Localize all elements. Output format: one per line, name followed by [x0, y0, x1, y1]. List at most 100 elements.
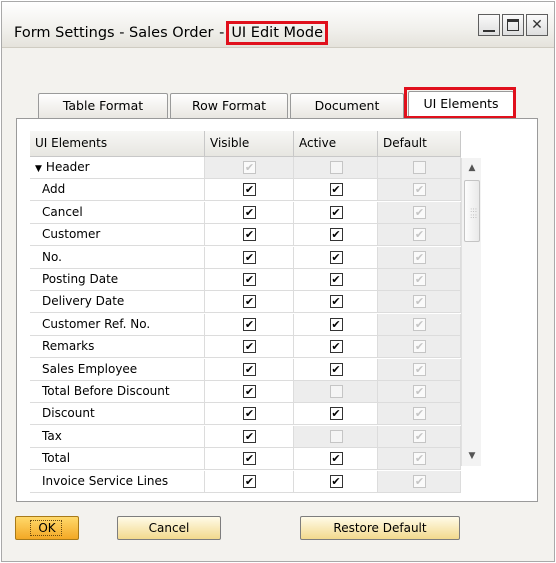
row-label: Total: [30, 448, 205, 471]
default-cell: [378, 157, 461, 179]
expand-triangle-icon[interactable]: ▼: [35, 159, 42, 180]
active-cell: ✔: [294, 403, 378, 426]
row-label: Add: [30, 179, 205, 202]
active-checkbox[interactable]: ✔: [329, 250, 343, 264]
default-cell: ✔: [378, 179, 461, 202]
visible-cell: ✔: [205, 358, 294, 381]
row-name: No.: [42, 249, 62, 264]
row-name: Delivery Date: [42, 294, 125, 309]
active-checkbox: [329, 385, 343, 398]
column-header-ui-elements[interactable]: UI Elements: [30, 131, 205, 157]
active-checkbox[interactable]: ✔: [329, 317, 343, 331]
active-checkbox: [329, 161, 343, 174]
table-row[interactable]: Cancel ✔ ✔ ✔: [30, 201, 461, 224]
visible-checkbox[interactable]: ✔: [243, 295, 256, 309]
active-cell: ✔: [294, 358, 378, 381]
visible-checkbox[interactable]: ✔: [243, 317, 256, 331]
visible-checkbox[interactable]: ✔: [243, 273, 256, 286]
default-checkbox: ✔: [413, 295, 426, 309]
column-header-default[interactable]: Default: [378, 131, 461, 157]
visible-checkbox[interactable]: ✔: [243, 429, 256, 443]
active-cell: ✔: [294, 246, 378, 269]
default-checkbox: ✔: [413, 474, 426, 488]
active-checkbox[interactable]: ✔: [329, 407, 343, 421]
default-checkbox: ✔: [413, 340, 426, 354]
tab-table-format[interactable]: Table Format: [38, 93, 168, 118]
restore-default-button[interactable]: Restore Default: [300, 516, 460, 540]
default-checkbox: ✔: [413, 205, 426, 219]
visible-checkbox[interactable]: ✔: [243, 340, 256, 354]
ok-button[interactable]: OK: [15, 516, 79, 540]
visible-checkbox[interactable]: ✔: [243, 474, 256, 488]
active-checkbox[interactable]: ✔: [329, 340, 343, 354]
default-checkbox: ✔: [413, 273, 426, 286]
table-row[interactable]: Sales Employee ✔ ✔ ✔: [30, 358, 461, 381]
row-label: Invoice Service Lines: [30, 470, 205, 493]
scroll-down-icon[interactable]: ▼: [462, 446, 482, 466]
active-checkbox[interactable]: ✔: [329, 295, 343, 309]
visible-checkbox[interactable]: ✔: [243, 385, 256, 398]
visible-cell: ✔: [205, 448, 294, 471]
row-label: No.: [30, 246, 205, 269]
visible-cell: ✔: [205, 381, 294, 403]
visible-checkbox[interactable]: ✔: [243, 228, 256, 242]
grid-scrollbar[interactable]: ▲ :::::: ▼: [461, 158, 481, 466]
tab-label: Table Format: [62, 98, 144, 113]
active-checkbox[interactable]: ✔: [329, 362, 343, 376]
table-row[interactable]: Customer ✔ ✔ ✔: [30, 224, 461, 247]
active-checkbox[interactable]: ✔: [329, 273, 343, 286]
table-row[interactable]: Delivery Date ✔ ✔ ✔: [30, 291, 461, 314]
cancel-button[interactable]: Cancel: [117, 516, 221, 540]
row-name: Customer Ref. No.: [42, 316, 151, 331]
row-name: Customer: [42, 227, 101, 242]
grid-header: UI Elements Visible Active Default: [30, 131, 461, 157]
default-checkbox: ✔: [413, 385, 426, 398]
active-checkbox[interactable]: ✔: [329, 474, 343, 488]
table-row[interactable]: Posting Date ✔ ✔ ✔: [30, 269, 461, 291]
table-row[interactable]: No. ✔ ✔ ✔: [30, 246, 461, 269]
active-cell: ✔: [294, 470, 378, 493]
minimize-icon[interactable]: [478, 14, 500, 36]
scroll-thumb[interactable]: ::::::: [464, 180, 480, 242]
default-cell: ✔: [378, 403, 461, 426]
scroll-up-icon[interactable]: ▲: [462, 158, 482, 178]
close-icon[interactable]: ✕: [526, 14, 548, 36]
visible-checkbox[interactable]: ✔: [243, 407, 256, 421]
row-name: Header: [45, 160, 90, 174]
table-row[interactable]: Discount ✔ ✔ ✔: [30, 403, 461, 426]
default-cell: ✔: [378, 425, 461, 448]
table-row[interactable]: Customer Ref. No. ✔ ✔ ✔: [30, 313, 461, 336]
row-label: ▼ Header: [30, 157, 205, 179]
table-row[interactable]: Total Before Discount ✔ ✔: [30, 381, 461, 403]
visible-checkbox[interactable]: ✔: [243, 183, 256, 197]
table-row[interactable]: Invoice Service Lines ✔ ✔ ✔: [30, 470, 461, 493]
visible-checkbox[interactable]: ✔: [243, 452, 256, 466]
tab-document[interactable]: Document: [290, 93, 404, 118]
active-cell: [294, 381, 378, 403]
default-checkbox: ✔: [413, 317, 426, 331]
visible-checkbox[interactable]: ✔: [243, 362, 256, 376]
tab-row-format[interactable]: Row Format: [170, 93, 288, 118]
default-cell: ✔: [378, 358, 461, 381]
default-checkbox: ✔: [413, 452, 426, 466]
active-checkbox[interactable]: ✔: [329, 205, 343, 219]
column-header-active[interactable]: Active: [294, 131, 378, 157]
tab-label: Document: [314, 98, 380, 113]
active-checkbox[interactable]: ✔: [329, 452, 343, 466]
visible-checkbox[interactable]: ✔: [243, 205, 256, 219]
title-bar: Form Settings - Sales Order - UI Edit Mod…: [2, 2, 554, 48]
table-row[interactable]: Remarks ✔ ✔ ✔: [30, 336, 461, 359]
table-row[interactable]: Add ✔ ✔ ✔: [30, 179, 461, 202]
maximize-icon[interactable]: [502, 14, 524, 36]
active-checkbox[interactable]: ✔: [329, 228, 343, 242]
active-checkbox[interactable]: ✔: [329, 183, 343, 197]
active-cell: ✔: [294, 269, 378, 291]
column-header-visible[interactable]: Visible: [205, 131, 294, 157]
table-row[interactable]: ▼ Header ✔: [30, 157, 461, 179]
table-row[interactable]: Tax ✔ ✔: [30, 425, 461, 448]
title-prefix: Form Settings - Sales Order: [14, 25, 214, 41]
visible-checkbox[interactable]: ✔: [243, 250, 256, 264]
table-row[interactable]: Total ✔ ✔ ✔: [30, 448, 461, 471]
visible-cell: ✔: [205, 179, 294, 202]
visible-cell: ✔: [205, 201, 294, 224]
